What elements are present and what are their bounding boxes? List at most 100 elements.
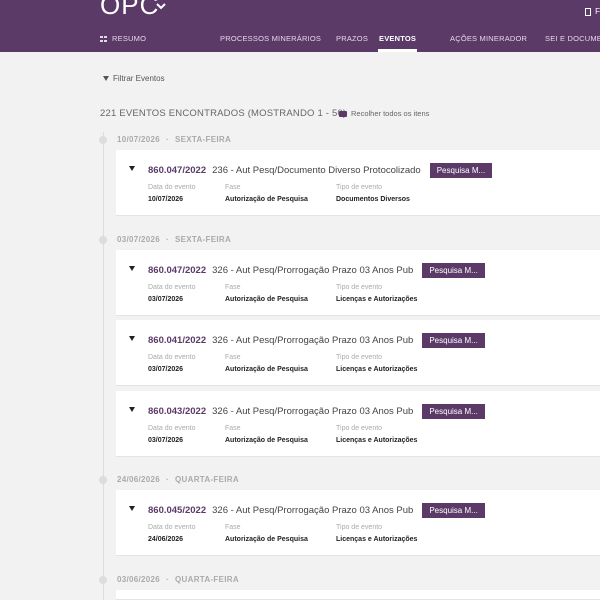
tab-label: PROCESSOS MINERÁRIOS	[220, 34, 322, 43]
top-right-label: F	[595, 7, 600, 16]
caret-down-icon[interactable]	[129, 506, 135, 511]
event-card[interactable]: 860.045/2022 326 - Aut Pesq/Prorrogação …	[116, 490, 600, 556]
tab-label: SEI E DOCUMEN	[545, 34, 600, 43]
field-label: Data do evento	[148, 184, 196, 191]
tab-sei-documentos[interactable]: SEI E DOCUMEN	[545, 30, 600, 52]
event-phase: Autorização de Pesquisa	[225, 437, 308, 444]
event-card[interactable]: 860.047/2022 236 - Aut Pesq/Documento Di…	[116, 150, 600, 216]
main-tabs: RESUMO PROCESSOS MINERÁRIOS PRAZOS EVENT…	[0, 30, 600, 52]
caret-down-icon[interactable]	[129, 336, 135, 341]
tab-acoes-minerador[interactable]: AÇÕES MINERADOR	[450, 30, 527, 52]
event-badge: Pesquisa M...	[422, 503, 485, 518]
collapse-label: Recolher todos os itens	[351, 109, 430, 118]
event-description: 236 - Aut Pesq/Documento Diverso Protoco…	[212, 165, 421, 176]
tab-label: PRAZOS	[336, 34, 369, 43]
collapse-all-button[interactable]: Recolher todos os itens	[339, 109, 429, 118]
event-date: 24/06/2026	[148, 536, 184, 543]
process-number[interactable]: 860.043/2022	[148, 406, 206, 417]
event-badge: Pesquisa M...	[422, 404, 485, 419]
tab-resumo[interactable]: RESUMO	[100, 30, 146, 52]
field-label: Fase	[225, 284, 241, 291]
event-description: 326 - Aut Pesq/Prorrogação Prazo 03 Anos…	[212, 505, 414, 516]
event-type: Licenças e Autorizações	[336, 536, 418, 543]
group-weekday: QUARTA-FEIRA	[175, 575, 239, 584]
brand-title[interactable]: OPC	[100, 0, 159, 21]
tab-eventos[interactable]: EVENTOS	[378, 30, 418, 52]
event-description: 326 - Aut Pesq/Prorrogação Prazo 03 Anos…	[212, 335, 414, 346]
tab-label: EVENTOS	[379, 34, 417, 43]
event-date: 03/07/2026	[148, 437, 184, 444]
field-label: Fase	[225, 425, 241, 432]
field-label: Data do evento	[148, 284, 196, 291]
field-label: Fase	[225, 184, 241, 191]
caret-down-icon[interactable]	[129, 407, 135, 412]
field-label: Data do evento	[148, 524, 196, 531]
field-label: Fase	[225, 524, 241, 531]
event-card[interactable]	[116, 590, 600, 600]
date-group-header: 03/07/2026 · SEXTA-FEIRA	[99, 235, 231, 244]
process-number[interactable]: 860.047/2022	[148, 165, 206, 176]
process-number[interactable]: 860.041/2022	[148, 335, 206, 346]
filter-events-button[interactable]: Filtrar Eventos	[103, 74, 165, 83]
timeline-dot	[99, 235, 107, 244]
date-group-header: 24/06/2026 · QUARTA-FEIRA	[99, 475, 239, 484]
top-bar: OPC F RESUMO PROCESSOS MINERÁRIOS PRAZOS…	[0, 0, 600, 52]
timeline-dot	[99, 575, 107, 584]
date-group-header: 03/06/2026 · QUARTA-FEIRA	[99, 575, 239, 584]
event-badge: Pesquisa M...	[422, 263, 485, 278]
timeline-line	[103, 132, 104, 600]
tab-processos-minerarios[interactable]: PROCESSOS MINERÁRIOS	[220, 30, 321, 52]
event-date: 03/07/2026	[148, 296, 184, 303]
field-label: Tipo de evento	[336, 284, 383, 291]
group-weekday: QUARTA-FEIRA	[175, 475, 239, 484]
filter-label: Filtrar Eventos	[113, 74, 165, 83]
event-type: Licenças e Autorizações	[336, 296, 418, 303]
event-type: Licenças e Autorizações	[336, 437, 418, 444]
document-icon	[585, 7, 592, 16]
event-date: 10/07/2026	[148, 196, 184, 203]
group-weekday: SEXTA-FEIRA	[175, 235, 232, 244]
field-label: Tipo de evento	[336, 354, 383, 361]
results-count: 221 EVENTOS ENCONTRADOS (MOSTRANDO 1 - 5…	[100, 108, 347, 119]
tab-prazos[interactable]: PRAZOS	[336, 30, 368, 52]
tab-label: RESUMO	[112, 34, 147, 43]
process-number[interactable]: 860.047/2022	[148, 265, 206, 276]
field-label: Data do evento	[148, 354, 196, 361]
event-phase: Autorização de Pesquisa	[225, 196, 308, 203]
event-badge: Pesquisa M...	[429, 163, 493, 178]
event-date: 03/07/2026	[148, 366, 184, 373]
event-type: Documentos Diversos	[336, 196, 410, 203]
field-label: Tipo de evento	[336, 425, 383, 432]
date-group-header: 10/07/2026 · SEXTA-FEIRA	[99, 135, 231, 144]
field-label: Data do evento	[148, 425, 196, 432]
tab-label: AÇÕES MINERADOR	[450, 34, 528, 43]
group-date: 10/07/2026	[117, 135, 161, 144]
event-phase: Autorização de Pesquisa	[225, 536, 308, 543]
event-badge: Pesquisa M...	[422, 333, 485, 348]
group-weekday: SEXTA-FEIRA	[175, 135, 232, 144]
event-card[interactable]: 860.043/2022 326 - Aut Pesq/Prorrogação …	[116, 391, 600, 457]
event-phase: Autorização de Pesquisa	[225, 366, 308, 373]
event-card[interactable]: 860.047/2022 326 - Aut Pesq/Prorrogação …	[116, 250, 600, 316]
collapse-icon	[339, 110, 347, 117]
chevron-down-icon[interactable]	[156, 1, 166, 11]
timeline-dot	[99, 135, 107, 144]
top-right-link[interactable]: F	[585, 7, 600, 16]
event-type: Licenças e Autorizações	[336, 366, 418, 373]
filter-icon	[103, 76, 109, 81]
caret-down-icon[interactable]	[129, 166, 135, 171]
group-date: 03/07/2026	[117, 235, 161, 244]
group-date: 24/06/2026	[117, 475, 161, 484]
event-phase: Autorização de Pesquisa	[225, 296, 308, 303]
timeline-dot	[99, 475, 107, 484]
caret-down-icon[interactable]	[129, 266, 135, 271]
event-card[interactable]: 860.041/2022 326 - Aut Pesq/Prorrogação …	[116, 320, 600, 386]
field-label: Tipo de evento	[336, 184, 383, 191]
event-description: 326 - Aut Pesq/Prorrogação Prazo 03 Anos…	[212, 406, 414, 417]
grid-icon	[100, 36, 107, 42]
event-description: 326 - Aut Pesq/Prorrogação Prazo 03 Anos…	[212, 265, 414, 276]
process-number[interactable]: 860.045/2022	[148, 505, 206, 516]
field-label: Tipo de evento	[336, 524, 383, 531]
field-label: Fase	[225, 354, 241, 361]
group-date: 03/06/2026	[117, 575, 161, 584]
